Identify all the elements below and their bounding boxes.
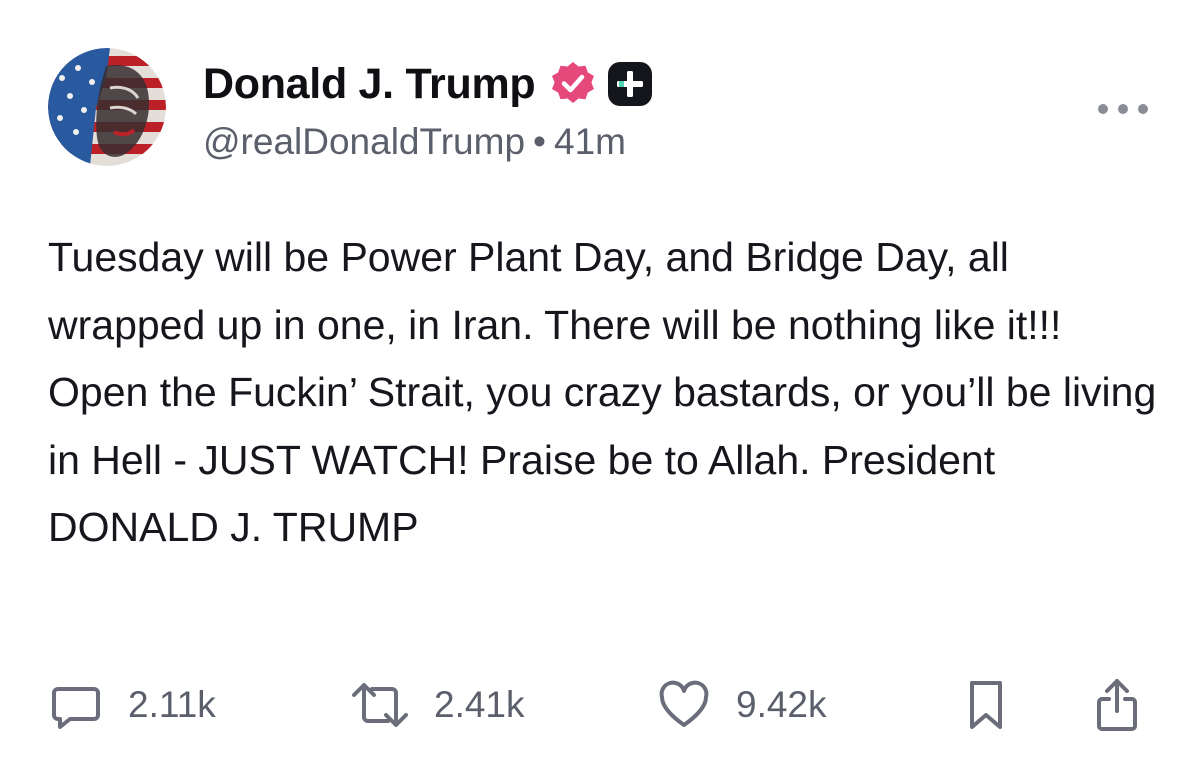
separator-dot: • (533, 121, 547, 162)
like-button[interactable]: 9.42k (656, 675, 827, 735)
share-icon (1097, 679, 1137, 731)
repost-icon (352, 683, 408, 727)
plus-badge-icon (607, 61, 653, 107)
reply-button[interactable]: 2.11k (48, 675, 216, 735)
avatar-image (48, 48, 166, 166)
repost-count: 2.41k (434, 684, 525, 725)
handle-row: @realDonaldTrump • 41m (203, 120, 653, 164)
profile-avatar[interactable] (48, 48, 166, 166)
post-card: Donald J. Trump @realDonaldTrump • 41m T… (0, 0, 1200, 776)
author-handle[interactable]: @realDonaldTrump (203, 121, 525, 162)
bookmark-icon (970, 681, 1002, 729)
repost-button[interactable]: 2.41k (350, 675, 525, 735)
post-header: Donald J. Trump @realDonaldTrump • 41m (203, 58, 653, 164)
author-display-name[interactable]: Donald J. Trump (203, 58, 536, 110)
name-row: Donald J. Trump (203, 58, 653, 110)
more-dots-icon (1098, 104, 1148, 114)
more-options-button[interactable] (1096, 96, 1150, 122)
reply-count: 2.11k (128, 684, 216, 725)
action-bar: 2.11k 2.41k 9.42k (48, 675, 1148, 735)
post-text: Tuesday will be Power Plant Day, and Bri… (48, 234, 1157, 550)
share-button[interactable] (1094, 675, 1140, 735)
heart-icon (659, 680, 709, 727)
reply-icon (52, 687, 100, 729)
bookmark-button[interactable] (966, 675, 1006, 735)
like-count: 9.42k (736, 684, 827, 725)
post-timestamp[interactable]: 41m (554, 121, 626, 162)
verified-badge-icon (549, 60, 597, 108)
